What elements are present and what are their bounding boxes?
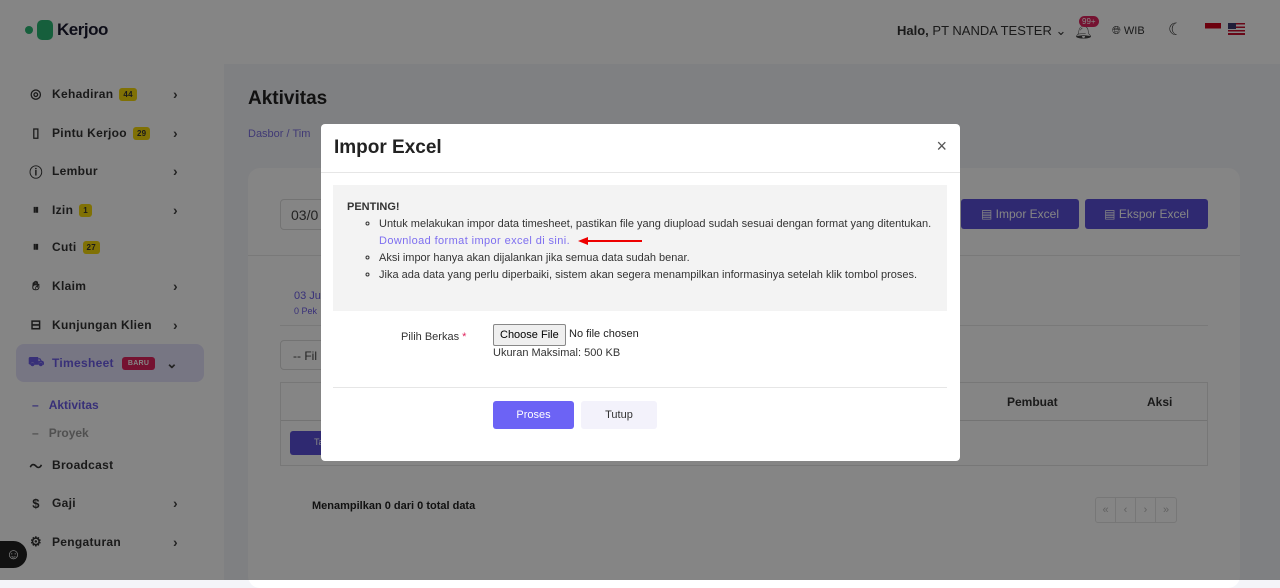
choose-file-button[interactable]: Choose File	[493, 324, 566, 346]
tutup-button[interactable]: Tutup	[581, 401, 657, 429]
modal-title: Impor Excel	[334, 137, 442, 158]
max-size-hint: Ukuran Maksimal: 500 KB	[493, 347, 621, 359]
note-item: Untuk melakukan impor data timesheet, pa…	[379, 216, 933, 250]
red-arrow-icon	[578, 237, 643, 246]
file-label: Pilih Berkas *	[401, 331, 467, 343]
important-note: PENTING! Untuk melakukan impor data time…	[333, 185, 947, 311]
file-status: No file chosen	[569, 328, 639, 340]
download-template-link[interactable]: Download format impor excel di sini.	[379, 235, 570, 247]
note-item: Jika ada data yang perlu diperbaiki, sis…	[379, 267, 933, 284]
note-item: Aksi impor hanya akan dijalankan jika se…	[379, 250, 933, 267]
close-icon[interactable]: ×	[936, 136, 947, 157]
import-excel-modal: Impor Excel × PENTING! Untuk melakukan i…	[321, 124, 960, 461]
proses-button[interactable]: Proses	[493, 401, 574, 429]
